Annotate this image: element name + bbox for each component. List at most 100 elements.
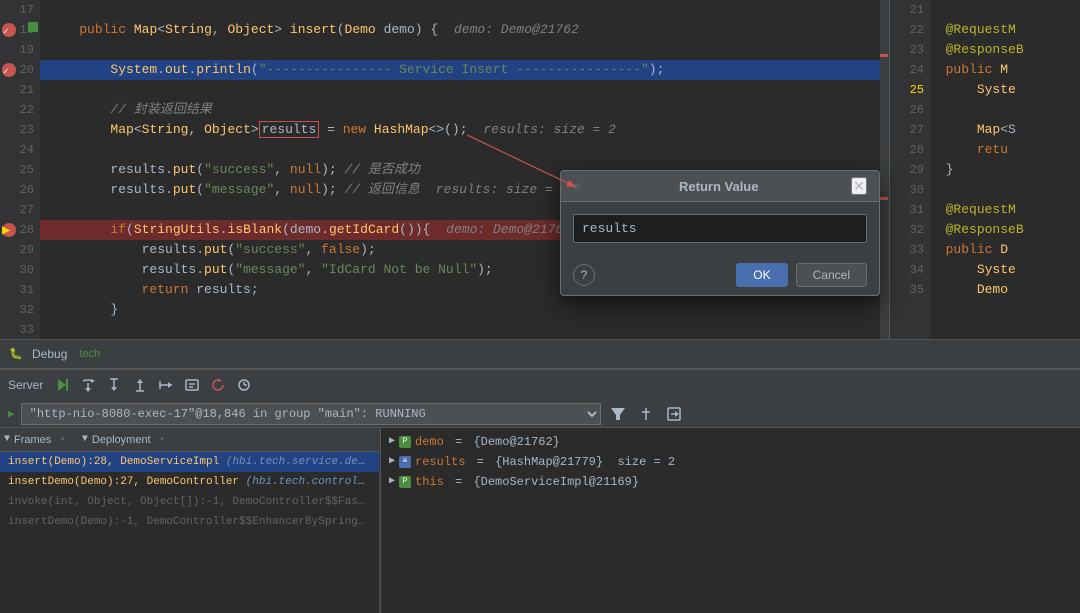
- right-gutter-34: 34: [890, 260, 930, 280]
- var-name-this: this: [415, 472, 444, 492]
- right-gutter-29: 29: [890, 160, 930, 180]
- thread-pin-btn[interactable]: [635, 403, 657, 425]
- frame-item-2[interactable]: invoke(int, Object, Object[]):-1, DemoCo…: [0, 492, 379, 512]
- gutter-line-27: 27: [0, 200, 40, 220]
- evaluate-button[interactable]: [181, 374, 203, 396]
- var-expand-demo[interactable]: ▶: [389, 432, 395, 452]
- frame-method-0: insert(Demo):28, DemoServiceImpl: [8, 456, 226, 468]
- frame-item-3[interactable]: insertDemo(Demo):-1, DemoController$$Enh…: [0, 512, 379, 532]
- gutter-line-29: 29: [0, 240, 40, 260]
- var-eq-results: =: [469, 452, 491, 472]
- breakpoint-20[interactable]: [2, 63, 16, 77]
- code-line-21: [40, 80, 888, 100]
- frame-item-1[interactable]: insertDemo(Demo):27, DemoController (hbi…: [0, 472, 379, 492]
- thread-filter-btn[interactable]: [607, 403, 629, 425]
- modal-help-button[interactable]: ?: [573, 264, 595, 286]
- right-code-25: Syste: [930, 80, 1080, 100]
- right-code-27: Map<S: [930, 120, 1080, 140]
- frames-expand-icon: •: [59, 434, 66, 446]
- thread-selector[interactable]: "http-nio-8080-exec-17"@18,846 in group …: [21, 403, 601, 425]
- right-gutter-28: 28: [890, 140, 930, 160]
- server-icon-18: [28, 22, 38, 32]
- gutter-line-23: 23: [0, 120, 40, 140]
- right-gutter-35: 35: [890, 280, 930, 300]
- gutter-line-22: 22: [0, 100, 40, 120]
- var-eq-this: =: [448, 472, 470, 492]
- deployment-arrow[interactable]: ▼: [82, 434, 88, 445]
- var-item-results[interactable]: ▶ ≡ results = {HashMap@21779} size = 2: [385, 452, 1076, 472]
- frame-item-0[interactable]: insert(Demo):28, DemoServiceImpl (hbi.te…: [0, 452, 379, 472]
- var-name-results: results: [415, 452, 465, 472]
- right-code-32: @ResponseB: [930, 220, 1080, 240]
- thread-export-btn[interactable]: [663, 403, 685, 425]
- return-value-input[interactable]: [573, 214, 867, 243]
- right-code-29: }: [930, 160, 1080, 180]
- right-gutter-27: 27: [890, 120, 930, 140]
- code-line-20: System.out.println("---------------- Ser…: [40, 60, 888, 80]
- gutter-line-24: 24: [0, 140, 40, 160]
- code-line-33: [40, 320, 888, 339]
- run-to-cursor-button[interactable]: [155, 374, 177, 396]
- var-item-demo[interactable]: ▶ P demo = {Demo@21762}: [385, 432, 1076, 452]
- step-over-button[interactable]: [77, 374, 99, 396]
- debug-toolbar: Server: [0, 369, 1080, 400]
- gutter-line-17: 17: [0, 0, 40, 20]
- frames-header: ▼ Frames • ▼ Deployment •: [0, 428, 379, 452]
- gutter-line-25: 25: [0, 160, 40, 180]
- server-label: Server: [8, 378, 43, 392]
- var-expand-results[interactable]: ▶: [389, 452, 395, 472]
- code-line-22: // 封装返回结果: [40, 100, 888, 120]
- debug-label: Debug: [32, 347, 67, 361]
- code-line-23: Map<String, Object>results = new HashMap…: [40, 120, 888, 140]
- code-line-24: [40, 140, 888, 160]
- right-code-31: @RequestM: [930, 200, 1080, 220]
- var-name-demo: demo: [415, 432, 444, 452]
- right-gutter-30: 30: [890, 180, 930, 200]
- frames-panel: ▼ Frames • ▼ Deployment • insert(Demo):2…: [0, 428, 380, 613]
- step-out-button[interactable]: [129, 374, 151, 396]
- step-into-button[interactable]: [103, 374, 125, 396]
- right-gutter-25: 25: [890, 80, 930, 100]
- gutter-line-32: 32: [0, 300, 40, 320]
- right-gutter: 21 22 23 24 25 26 27 28 29 30 31 32 33 3…: [890, 0, 930, 339]
- debug-icon[interactable]: 🐛: [8, 346, 24, 362]
- var-eq-demo: =: [448, 432, 470, 452]
- debug-tab-tech[interactable]: tech: [79, 348, 100, 360]
- right-gutter-24: 24: [890, 60, 930, 80]
- right-code-26: [930, 100, 1080, 120]
- modal-cancel-button[interactable]: Cancel: [796, 263, 867, 287]
- modal-header: ⚙ Return Value ✕: [561, 171, 879, 202]
- breakpoint-18[interactable]: [2, 23, 16, 37]
- gutter-line-28: 28 ▶: [0, 220, 40, 240]
- gutter-line-20: 20: [0, 60, 40, 80]
- var-expand-this[interactable]: ▶: [389, 472, 395, 492]
- right-code-content: @RequestM @ResponseB public M Syste Map<…: [930, 0, 1080, 339]
- modal-close-button[interactable]: ✕: [851, 177, 867, 195]
- var-val-this: {DemoServiceImpl@21169}: [473, 472, 639, 492]
- code-line-17: [40, 0, 888, 20]
- deployment-label: Deployment: [92, 434, 151, 446]
- gutter-line-26: 26: [0, 180, 40, 200]
- frames-expand-arrow[interactable]: ▼: [4, 434, 10, 445]
- reset-button[interactable]: [207, 374, 229, 396]
- var-icon-results: ≡: [399, 456, 411, 468]
- modal-ok-button[interactable]: OK: [736, 263, 787, 287]
- scroll-pos-2: [880, 197, 888, 200]
- gutter-line-33: 33: [0, 320, 40, 339]
- stack-frames-area: ▼ Frames • ▼ Deployment • insert(Demo):2…: [0, 428, 1080, 613]
- scroll-pos-1: [880, 54, 888, 57]
- code-line-18: public Map<String, Object> insert(Demo d…: [40, 20, 888, 40]
- debug-bar: 🐛 Debug tech: [0, 339, 1080, 369]
- modal-footer: ? OK Cancel: [561, 255, 879, 295]
- resume-button[interactable]: [51, 374, 73, 396]
- right-code-33: public D: [930, 240, 1080, 260]
- right-scrollbar[interactable]: [880, 0, 888, 339]
- frames-label: Frames: [14, 434, 51, 446]
- code-area: 17 18 19 20 21 22 23 24 25 26 27: [0, 0, 1080, 339]
- frame-location-1: (hbi.tech.controllers.demo): [246, 476, 379, 488]
- watch-button[interactable]: [233, 374, 255, 396]
- right-gutter-32: 32: [890, 220, 930, 240]
- main-container: 17 18 19 20 21 22 23 24 25 26 27: [0, 0, 1080, 613]
- thread-running-icon: ▶: [8, 407, 15, 421]
- var-item-this[interactable]: ▶ P this = {DemoServiceImpl@21169}: [385, 472, 1076, 492]
